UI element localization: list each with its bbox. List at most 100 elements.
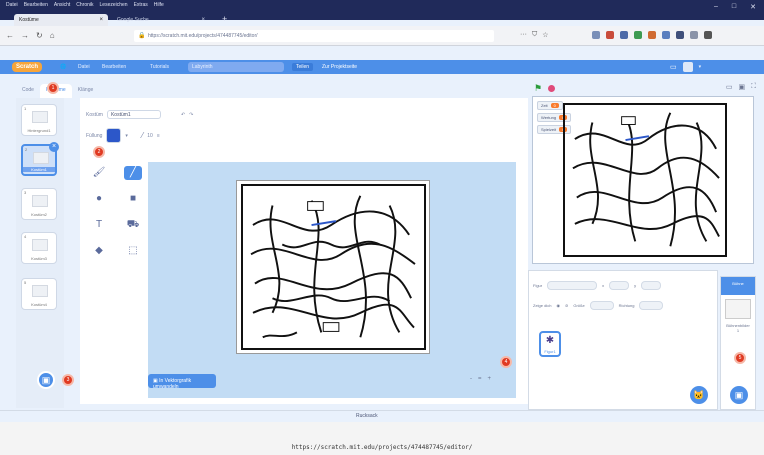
stage-header: ⚑ ▭ ▣ ⛶: [528, 82, 760, 96]
tab-code[interactable]: Code: [16, 84, 40, 98]
line-tool-icon[interactable]: ╱: [124, 166, 142, 180]
tab-close-icon[interactable]: ×: [201, 17, 205, 23]
circle-tool-icon[interactable]: ●: [90, 192, 108, 206]
outline-width-value[interactable]: 10: [147, 133, 153, 139]
costume-canvas[interactable]: [236, 180, 430, 354]
forward-icon[interactable]: →: [21, 31, 29, 40]
costume-item-selected[interactable]: 2 Kostüm1 ×: [21, 142, 59, 176]
menu-hilfe[interactable]: Hilfe: [154, 2, 164, 8]
close-icon[interactable]: ✕: [750, 3, 756, 11]
costume-item[interactable]: 5 Kostüm4: [21, 278, 57, 310]
download-icon[interactable]: [592, 31, 600, 39]
menu-ansicht[interactable]: Ansicht: [54, 2, 70, 8]
project-title-input[interactable]: Labyrinth: [188, 62, 284, 72]
backpack-tray[interactable]: Rucksack: [0, 410, 764, 422]
scratch-menu-bearbeiten[interactable]: Bearbeiten: [102, 64, 126, 70]
stage[interactable]: Zeit 0 Wertung 0 Spielzeit 0: [532, 96, 754, 264]
costume-item[interactable]: 4 Kostüm3: [21, 232, 57, 264]
costume-item[interactable]: 3 Kostüm2: [21, 188, 57, 220]
scratch-menu-datei[interactable]: Datei: [78, 64, 90, 70]
zoom-in-button[interactable]: +: [488, 376, 492, 382]
extension-icon[interactable]: [620, 31, 628, 39]
extension-icon[interactable]: [690, 31, 698, 39]
browser-tab[interactable]: Google Suche ×: [112, 14, 210, 26]
zoom-out-button[interactable]: -: [470, 376, 472, 382]
x-input[interactable]: [609, 281, 630, 290]
eraser-tool-icon[interactable]: ◆: [90, 244, 108, 258]
account-menu[interactable]: ▾: [699, 64, 702, 70]
backdrops-count: 1: [736, 328, 740, 333]
browser-tab-active[interactable]: Kostüme ×: [14, 14, 108, 26]
small-stage-icon[interactable]: ▭: [726, 83, 733, 91]
redo-icon[interactable]: ↷: [189, 112, 193, 118]
y-input[interactable]: [641, 281, 662, 290]
sprite-tile[interactable]: ✱ Figur1: [539, 331, 561, 357]
hamburger-menu-icon[interactable]: [704, 31, 712, 39]
reload-icon[interactable]: ↻: [36, 31, 43, 40]
menu-lesezeichen[interactable]: Lesezeichen: [100, 2, 128, 8]
choose-costume-button[interactable]: ▣: [37, 371, 55, 389]
costume-thumbnail: [32, 111, 48, 123]
choose-backdrop-button[interactable]: ▣: [730, 386, 748, 404]
size-input[interactable]: [589, 301, 614, 310]
folder-icon[interactable]: ▭: [670, 63, 677, 71]
costume-name: Kostüm2: [31, 212, 47, 217]
home-icon[interactable]: ⌂: [50, 31, 55, 40]
extension-icon[interactable]: [676, 31, 684, 39]
green-flag-icon[interactable]: ⚑: [534, 83, 542, 94]
globe-icon[interactable]: 🌐: [60, 64, 66, 70]
fill-color-swatch[interactable]: [106, 128, 122, 143]
url-field[interactable]: 🔒 https://scratch.mit.edu/projects/47448…: [134, 30, 494, 42]
convert-to-vector-button[interactable]: ▣ In Vektorgrafik umwandeln: [148, 374, 216, 390]
brush-tool-icon[interactable]: 🖌: [90, 166, 108, 180]
chevron-down-icon[interactable]: ▾: [125, 133, 128, 139]
menu-chronik[interactable]: Chronik: [76, 2, 93, 8]
outline-icon[interactable]: ⁄: [142, 131, 143, 140]
scratch-menu-tutorials[interactable]: Tutorials: [150, 64, 169, 70]
tab-sounds[interactable]: Klänge: [72, 84, 100, 98]
stepper-icon[interactable]: ≡: [157, 133, 160, 139]
menu-extras[interactable]: Extras: [134, 2, 148, 8]
zoom-reset-button[interactable]: =: [478, 376, 482, 382]
sprite-name-input[interactable]: [547, 281, 598, 290]
sprite-label: Figur: [533, 283, 543, 288]
hide-icon[interactable]: ⊘: [565, 303, 568, 308]
see-project-button[interactable]: Zur Projektseite: [318, 63, 361, 71]
large-stage-icon[interactable]: ▣: [738, 83, 745, 91]
maximize-icon[interactable]: □: [732, 3, 736, 11]
choose-sprite-button[interactable]: 🐱: [690, 386, 708, 404]
sprite-info-pane: Figur x y Zeige dich ◉ ⊘ Größe Richtung …: [528, 270, 718, 410]
extension-icon[interactable]: [648, 31, 656, 39]
costume-name: Kostüm1: [23, 167, 55, 172]
direction-input[interactable]: [639, 301, 664, 310]
delete-costume-icon[interactable]: ×: [49, 142, 59, 152]
bookmark-star-icon[interactable]: ☆: [542, 31, 548, 39]
menu-datei[interactable]: Datei: [6, 2, 18, 8]
extension-icon[interactable]: [662, 31, 670, 39]
costume-name-input[interactable]: Kostüm1: [106, 110, 161, 119]
stop-icon[interactable]: [548, 85, 555, 92]
new-tab-icon[interactable]: +: [222, 14, 227, 24]
undo-icon[interactable]: ↶: [181, 112, 185, 118]
tab-close-icon[interactable]: ×: [99, 17, 103, 23]
menu-bearbeiten[interactable]: Bearbeiten: [24, 2, 48, 8]
fill-bucket-icon[interactable]: ⛟: [124, 218, 142, 232]
share-button[interactable]: Teilen: [292, 63, 314, 71]
scratch-logo[interactable]: Scratch: [12, 62, 42, 72]
rectangle-tool-icon[interactable]: ■: [124, 192, 142, 206]
avatar[interactable]: [682, 62, 693, 72]
fullscreen-icon[interactable]: ⛶: [751, 83, 756, 91]
scratch-menubar: Scratch 🌐 Datei Bearbeiten Tutorials Lab…: [0, 60, 764, 74]
select-tool-icon[interactable]: ⬚: [124, 244, 142, 258]
show-visible-icon[interactable]: ◉: [556, 303, 560, 308]
text-tool-icon[interactable]: T: [90, 218, 108, 232]
pocket-icon[interactable]: ⛉: [532, 31, 537, 39]
more-icon[interactable]: ···: [520, 31, 527, 39]
costume-item[interactable]: 1 Hintergrund1: [21, 104, 57, 136]
monitor-name: Spielzeit: [541, 127, 557, 132]
minimize-icon[interactable]: –: [714, 3, 718, 11]
costume-thumbnail: [32, 285, 48, 297]
back-icon[interactable]: ←: [6, 31, 14, 40]
extension-icon[interactable]: [606, 31, 614, 39]
extension-icon[interactable]: [634, 31, 642, 39]
